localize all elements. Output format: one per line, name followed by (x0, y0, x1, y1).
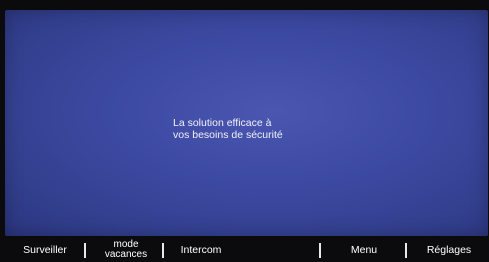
intercom-device: La solution efficace à vos besoins de sé… (0, 0, 489, 262)
reglages-button[interactable]: Réglages (416, 238, 482, 262)
welcome-message-line-1: La solution efficace à (173, 117, 272, 129)
surveiller-button[interactable]: Surveiller (14, 238, 76, 262)
softkey-separator (162, 243, 164, 258)
softkey-separator (405, 243, 407, 258)
menu-button[interactable]: Menu (336, 238, 392, 262)
surveiller-label: Surveiller (23, 244, 67, 256)
intercom-label: Intercom (180, 244, 222, 256)
reglages-label: Réglages (426, 244, 472, 256)
mode-vacances-button[interactable]: mode vacances (96, 238, 156, 262)
welcome-message: La solution efficace à vos besoins de sé… (173, 117, 283, 141)
mode-vacances-label-line-2: vacances (104, 249, 148, 260)
menu-label: Menu (350, 244, 378, 256)
intercom-button[interactable]: Intercom (172, 238, 230, 262)
softkey-bar: Surveiller mode vacances Intercom Menu R… (0, 238, 489, 262)
softkey-separator (84, 243, 86, 258)
welcome-message-line-2: vos besoins de sécurité (173, 129, 283, 141)
softkey-separator (319, 243, 321, 258)
